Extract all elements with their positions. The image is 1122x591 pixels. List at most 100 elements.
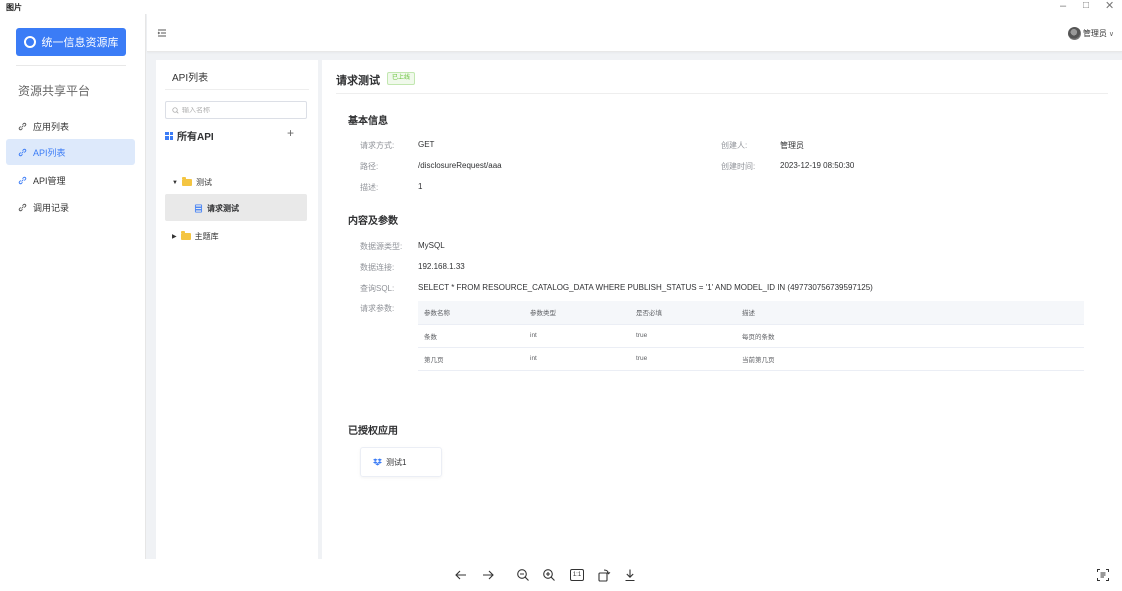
tree-title: API列表	[172, 73, 209, 84]
zoom-out-button[interactable]	[513, 565, 533, 585]
table-row: 条数 int true 每页的条数	[418, 324, 1084, 348]
tree-root-label: 所有API	[177, 132, 214, 143]
grid-icon	[165, 131, 173, 140]
add-button[interactable]: +	[287, 126, 294, 140]
user-name: 管理员	[1082, 29, 1107, 38]
description-value: 1	[418, 182, 423, 191]
table-cell: 条数	[418, 324, 524, 348]
avatar	[1067, 27, 1081, 40]
method-value: GET	[418, 140, 435, 149]
datasource-type-value: MySQL	[418, 241, 445, 250]
database-icon	[194, 204, 203, 213]
actual-size-icon: 1:1	[569, 569, 585, 581]
sidebar-item-app-list[interactable]: 应用列表	[6, 113, 135, 139]
table-cell: 第几页	[418, 347, 524, 371]
actual-size-button[interactable]: 1:1	[567, 565, 587, 585]
link-icon	[18, 203, 27, 211]
tree-root[interactable]: 所有API	[165, 128, 214, 143]
logo-button[interactable]: 统一信息资源库	[16, 28, 126, 56]
created-time-label: 创建时间:	[721, 162, 756, 171]
ocr-button[interactable]	[1093, 565, 1113, 585]
divider	[336, 93, 1108, 94]
sidebar-item-call-records[interactable]: 调用记录	[6, 194, 135, 220]
rotate-icon	[598, 569, 611, 582]
sidebar-item-label: API列表	[33, 147, 66, 158]
zoom-in-icon	[543, 569, 555, 581]
table-cell: true	[630, 324, 736, 348]
path-value: /disclosureRequest/aaa	[418, 161, 502, 170]
next-button[interactable]	[478, 565, 498, 585]
ocr-icon	[1097, 569, 1109, 581]
caret-right-icon: ▶	[172, 234, 177, 240]
previous-button[interactable]	[451, 565, 471, 585]
tree-node-label: 主题库	[194, 232, 219, 241]
tree-node-test[interactable]: ▼ 测试	[172, 177, 212, 188]
folder-icon	[180, 231, 191, 240]
table-row: 第几页 int true 当前第几页	[418, 347, 1084, 371]
app-screenshot: 统一信息资源库 资源共享平台 应用列表 API列表 API管理 调用记录 管理员…	[0, 14, 1122, 559]
authorized-app-label: 测试1	[386, 457, 407, 467]
tree-node-label: 测试	[195, 178, 212, 187]
logo-icon	[23, 36, 36, 48]
sidebar-item-api-list[interactable]: API列表	[6, 139, 135, 165]
creator-label: 创建人:	[721, 141, 748, 150]
column-header: 是否必填	[630, 301, 736, 325]
description-label: 描述:	[360, 183, 379, 192]
divider	[16, 65, 126, 66]
search-input[interactable]	[182, 106, 302, 114]
sidebar-item-api-manage[interactable]: API管理	[6, 167, 135, 193]
params-label: 请求参数:	[360, 304, 395, 313]
tree-search-box	[165, 101, 307, 119]
authorized-app-card[interactable]: 测试1	[360, 447, 442, 477]
user-menu[interactable]: 管理员 ∨	[1067, 27, 1114, 40]
chevron-down-icon: ∨	[1108, 30, 1114, 38]
folder-icon	[181, 177, 192, 186]
status-badge: 已上线	[387, 72, 416, 85]
table-cell: int	[524, 324, 630, 348]
sql-label: 查询SQL:	[360, 284, 395, 293]
zoom-in-button[interactable]	[539, 565, 559, 585]
page-title: 请求测试	[336, 75, 380, 87]
section-title-authorized: 已授权应用	[348, 426, 398, 437]
download-icon	[625, 569, 635, 582]
sidebar-item-label: 应用列表	[33, 121, 70, 132]
caret-down-icon: ▼	[172, 179, 178, 186]
dropbox-icon	[373, 458, 382, 466]
table-cell: true	[630, 347, 736, 371]
datasource-type-label: 数据源类型:	[360, 242, 403, 251]
params-table: 参数名称 参数类型 是否必填 描述 条数 int true 每页的条数 第几页 …	[418, 301, 1084, 371]
column-header: 参数名称	[418, 301, 524, 325]
rotate-button[interactable]	[594, 565, 614, 585]
menu-toggle-icon[interactable]	[157, 28, 167, 38]
link-icon	[18, 122, 27, 130]
close-button[interactable]: ✕	[1105, 0, 1114, 12]
table-header-row: 参数名称 参数类型 是否必填 描述	[418, 301, 1084, 325]
tree-node-theme-lib[interactable]: ▶ 主题库	[172, 231, 219, 242]
datasource-conn-value: 192.168.1.33	[418, 262, 465, 271]
column-header: 参数类型	[524, 301, 630, 325]
download-button[interactable]	[620, 565, 640, 585]
divider	[165, 89, 309, 90]
minimize-button[interactable]: –	[1060, 0, 1066, 12]
viewer-titlebar: 图片 – □ ✕	[0, 0, 1122, 14]
table-cell: 每页的条数	[736, 324, 1084, 348]
sql-value: SELECT * FROM RESOURCE_CATALOG_DATA WHER…	[418, 283, 873, 292]
api-detail-panel: 请求测试 已上线 基本信息 请求方式: GET 创建人: 管理员 路径: /di…	[322, 60, 1122, 559]
sidebar-item-label: 调用记录	[33, 202, 70, 213]
viewer-toolbar: 1:1	[0, 560, 1122, 591]
viewer-title: 图片	[6, 3, 22, 12]
arrow-right-icon	[483, 570, 494, 580]
arrow-left-icon	[455, 570, 466, 580]
table-cell: 当前第几页	[736, 347, 1084, 371]
header: 管理员 ∨	[147, 14, 1122, 52]
maximize-button[interactable]: □	[1083, 0, 1089, 12]
platform-title: 资源共享平台	[18, 84, 91, 98]
section-title-basic: 基本信息	[348, 116, 388, 127]
created-time-value: 2023-12-19 08:50:30	[780, 161, 855, 170]
actual-size-label: 1:1	[572, 572, 582, 578]
path-label: 路径:	[360, 162, 379, 171]
tree-node-request-test[interactable]: 请求测试	[194, 203, 239, 214]
column-header: 描述	[736, 301, 1084, 325]
api-tree-panel: API列表 所有API + ▼ 测试 请求测试 ▶ 主题库	[156, 60, 318, 559]
table-cell: int	[524, 347, 630, 371]
